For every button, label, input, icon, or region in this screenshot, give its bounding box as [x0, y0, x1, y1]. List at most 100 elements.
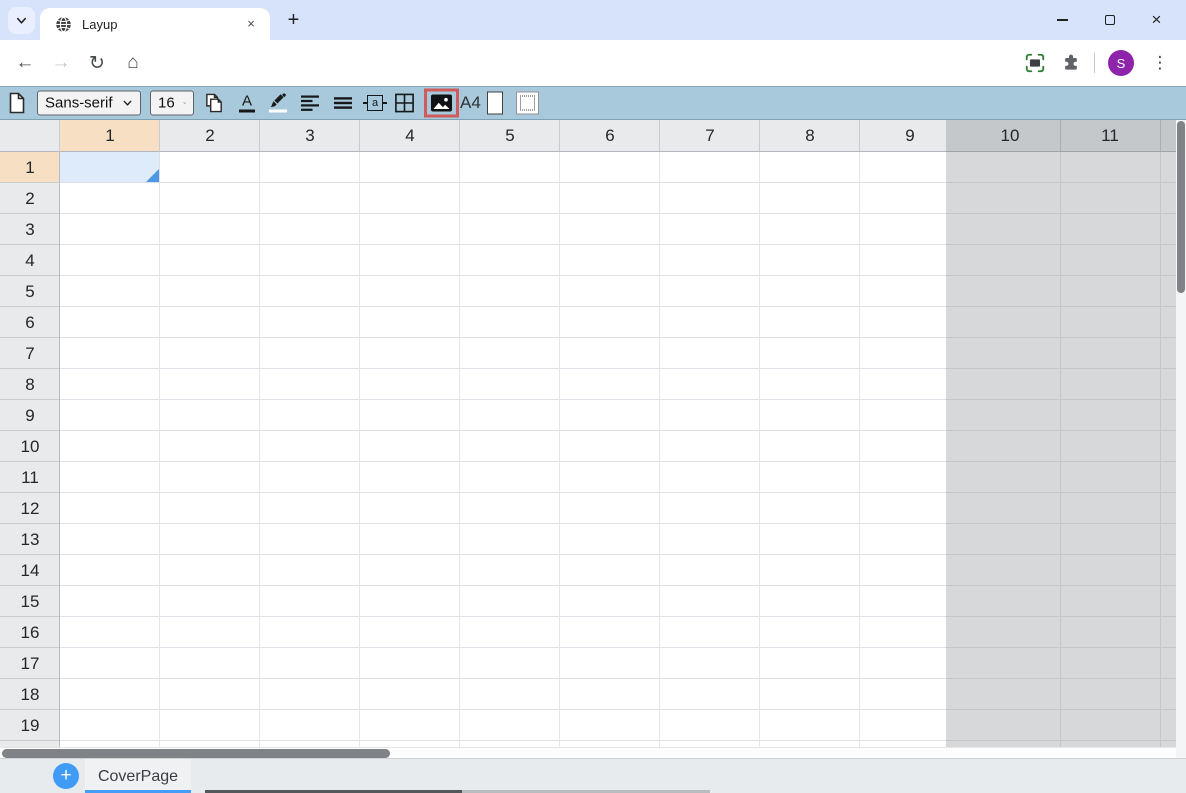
row-header[interactable]: 16	[0, 617, 60, 648]
orientation-button[interactable]	[487, 91, 503, 115]
selection-fill-handle[interactable]	[146, 169, 159, 182]
column-header[interactable]: 6	[560, 120, 660, 152]
home-button[interactable]: ⌂	[115, 45, 151, 81]
insert-image-button-highlighted[interactable]	[424, 88, 459, 118]
chevron-down-icon	[183, 102, 186, 104]
tab-search-button[interactable]	[8, 7, 35, 34]
lines-icon	[334, 97, 352, 109]
reload-button[interactable]: ↻	[79, 45, 115, 81]
back-button[interactable]: ←	[7, 45, 43, 81]
row-header[interactable]: 18	[0, 679, 60, 710]
app-toolbar: Sans-serif 16 A a A4	[0, 86, 1186, 120]
column-header[interactable]: 7	[660, 120, 760, 152]
column-header[interactable]: 5	[460, 120, 560, 152]
row-header[interactable]: 11	[0, 462, 60, 493]
fill-color-button[interactable]	[268, 93, 287, 113]
new-tab-button[interactable]: +	[281, 8, 306, 33]
row-header[interactable]: 2	[0, 183, 60, 214]
screen-capture-icon	[1025, 53, 1045, 73]
toolbar-divider	[1094, 53, 1095, 73]
row-header[interactable]: 19	[0, 710, 60, 741]
browser-tab[interactable]: Layup ×	[40, 8, 270, 40]
extensions-button[interactable]	[1053, 45, 1089, 81]
column-header[interactable]: 4	[360, 120, 460, 152]
font-family-select[interactable]: Sans-serif	[37, 90, 141, 116]
row-header[interactable]: 13	[0, 524, 60, 555]
fill-color-swatch	[268, 109, 287, 113]
row-header[interactable]: 14	[0, 555, 60, 586]
horizontal-scrollbar-thumb[interactable]	[2, 749, 390, 758]
browser-window: Layup × + × ← → ↻ ⌂ layup.pandafirm.jp	[0, 0, 1186, 793]
portrait-page-icon	[487, 91, 503, 115]
grid-cells[interactable]	[60, 152, 946, 758]
copy-style-button[interactable]	[204, 93, 225, 114]
browser-menu-icon[interactable]: ⋮	[1142, 45, 1178, 81]
paper-size-label[interactable]: A4	[460, 93, 481, 113]
row-header[interactable]: 10	[0, 431, 60, 462]
column-header[interactable]: 2	[160, 120, 260, 152]
column-header[interactable]: 10	[960, 120, 1060, 152]
row-header[interactable]: 9	[0, 400, 60, 431]
page-margins-button[interactable]	[516, 91, 539, 115]
sheet-tab-coverpage[interactable]: CoverPage	[85, 759, 191, 793]
add-sheet-button[interactable]: +	[53, 763, 79, 789]
vertical-scrollbar-thumb[interactable]	[1177, 121, 1185, 293]
font-size-select[interactable]: 16	[150, 90, 194, 116]
chevron-down-icon	[16, 17, 27, 24]
row-header[interactable]: 7	[0, 338, 60, 369]
vertical-scrollbar[interactable]	[1176, 120, 1186, 758]
horizontal-scrollbar[interactable]	[0, 747, 1176, 758]
spreadsheet-grid: 1 2 3 4 5 6 7 8 9 10 11 1 2 3 4 5 6 7 8 9 10 11 12 13 14 15 16 17 18…	[0, 120, 1186, 758]
row-header[interactable]: 5	[0, 276, 60, 307]
select-all-corner[interactable]	[0, 120, 60, 152]
row-header[interactable]: 1	[0, 152, 60, 183]
font-size-value: 16	[158, 94, 175, 112]
row-header[interactable]: 8	[0, 369, 60, 400]
tab-close-icon[interactable]: ×	[242, 15, 260, 33]
row-header[interactable]: 12	[0, 493, 60, 524]
text-cell-button[interactable]: a	[363, 95, 387, 111]
forward-button[interactable]: →	[43, 45, 79, 81]
grid-borders-icon	[395, 93, 414, 113]
font-color-swatch	[239, 109, 255, 113]
text-in-box-icon: a	[367, 95, 383, 111]
font-color-icon: A	[241, 92, 252, 110]
column-header[interactable]: 11	[1060, 120, 1160, 152]
tab-capture-button[interactable]	[1017, 45, 1053, 81]
minimize-button[interactable]	[1039, 0, 1086, 40]
row-header[interactable]: 17	[0, 648, 60, 679]
profile-avatar[interactable]: S	[1108, 50, 1134, 76]
dotted-margins-icon	[516, 91, 539, 115]
selected-cell[interactable]	[60, 152, 160, 183]
column-header[interactable]: 8	[760, 120, 860, 152]
column-header[interactable]: 9	[860, 120, 960, 152]
vertical-align-button[interactable]	[334, 95, 353, 111]
font-family-value: Sans-serif	[45, 94, 113, 112]
image-icon	[431, 94, 452, 112]
tab-title: Layup	[82, 16, 118, 32]
row-header[interactable]: 6	[0, 307, 60, 338]
globe-favicon-icon	[56, 16, 71, 32]
minimize-icon	[1057, 19, 1068, 21]
sheet-tab-label: CoverPage	[97, 767, 179, 785]
dash-icon	[383, 102, 387, 104]
close-button[interactable]: ×	[1133, 0, 1180, 40]
row-header[interactable]: 15	[0, 586, 60, 617]
font-color-button[interactable]: A	[239, 94, 255, 113]
row-header[interactable]: 4	[0, 245, 60, 276]
chevron-down-icon	[123, 100, 132, 106]
grid-cells-offpage[interactable]	[946, 152, 1176, 758]
column-header[interactable]: 1	[60, 120, 160, 152]
column-header[interactable]: 3	[260, 120, 360, 152]
address-bar: ← → ↻ ⌂ layup.pandafirm.jp G 文	[0, 40, 1186, 120]
row-header[interactable]: 3	[0, 214, 60, 245]
copy-icon	[206, 93, 222, 113]
puzzle-icon	[1065, 54, 1077, 70]
borders-button[interactable]	[394, 93, 415, 114]
maximize-button[interactable]	[1086, 0, 1133, 40]
horizontal-align-button[interactable]	[301, 94, 320, 112]
paint-brush-icon	[270, 93, 286, 107]
browser-tab-strip: Layup × + ×	[0, 0, 1186, 40]
new-document-icon	[9, 92, 25, 114]
new-document-button[interactable]	[8, 92, 26, 114]
